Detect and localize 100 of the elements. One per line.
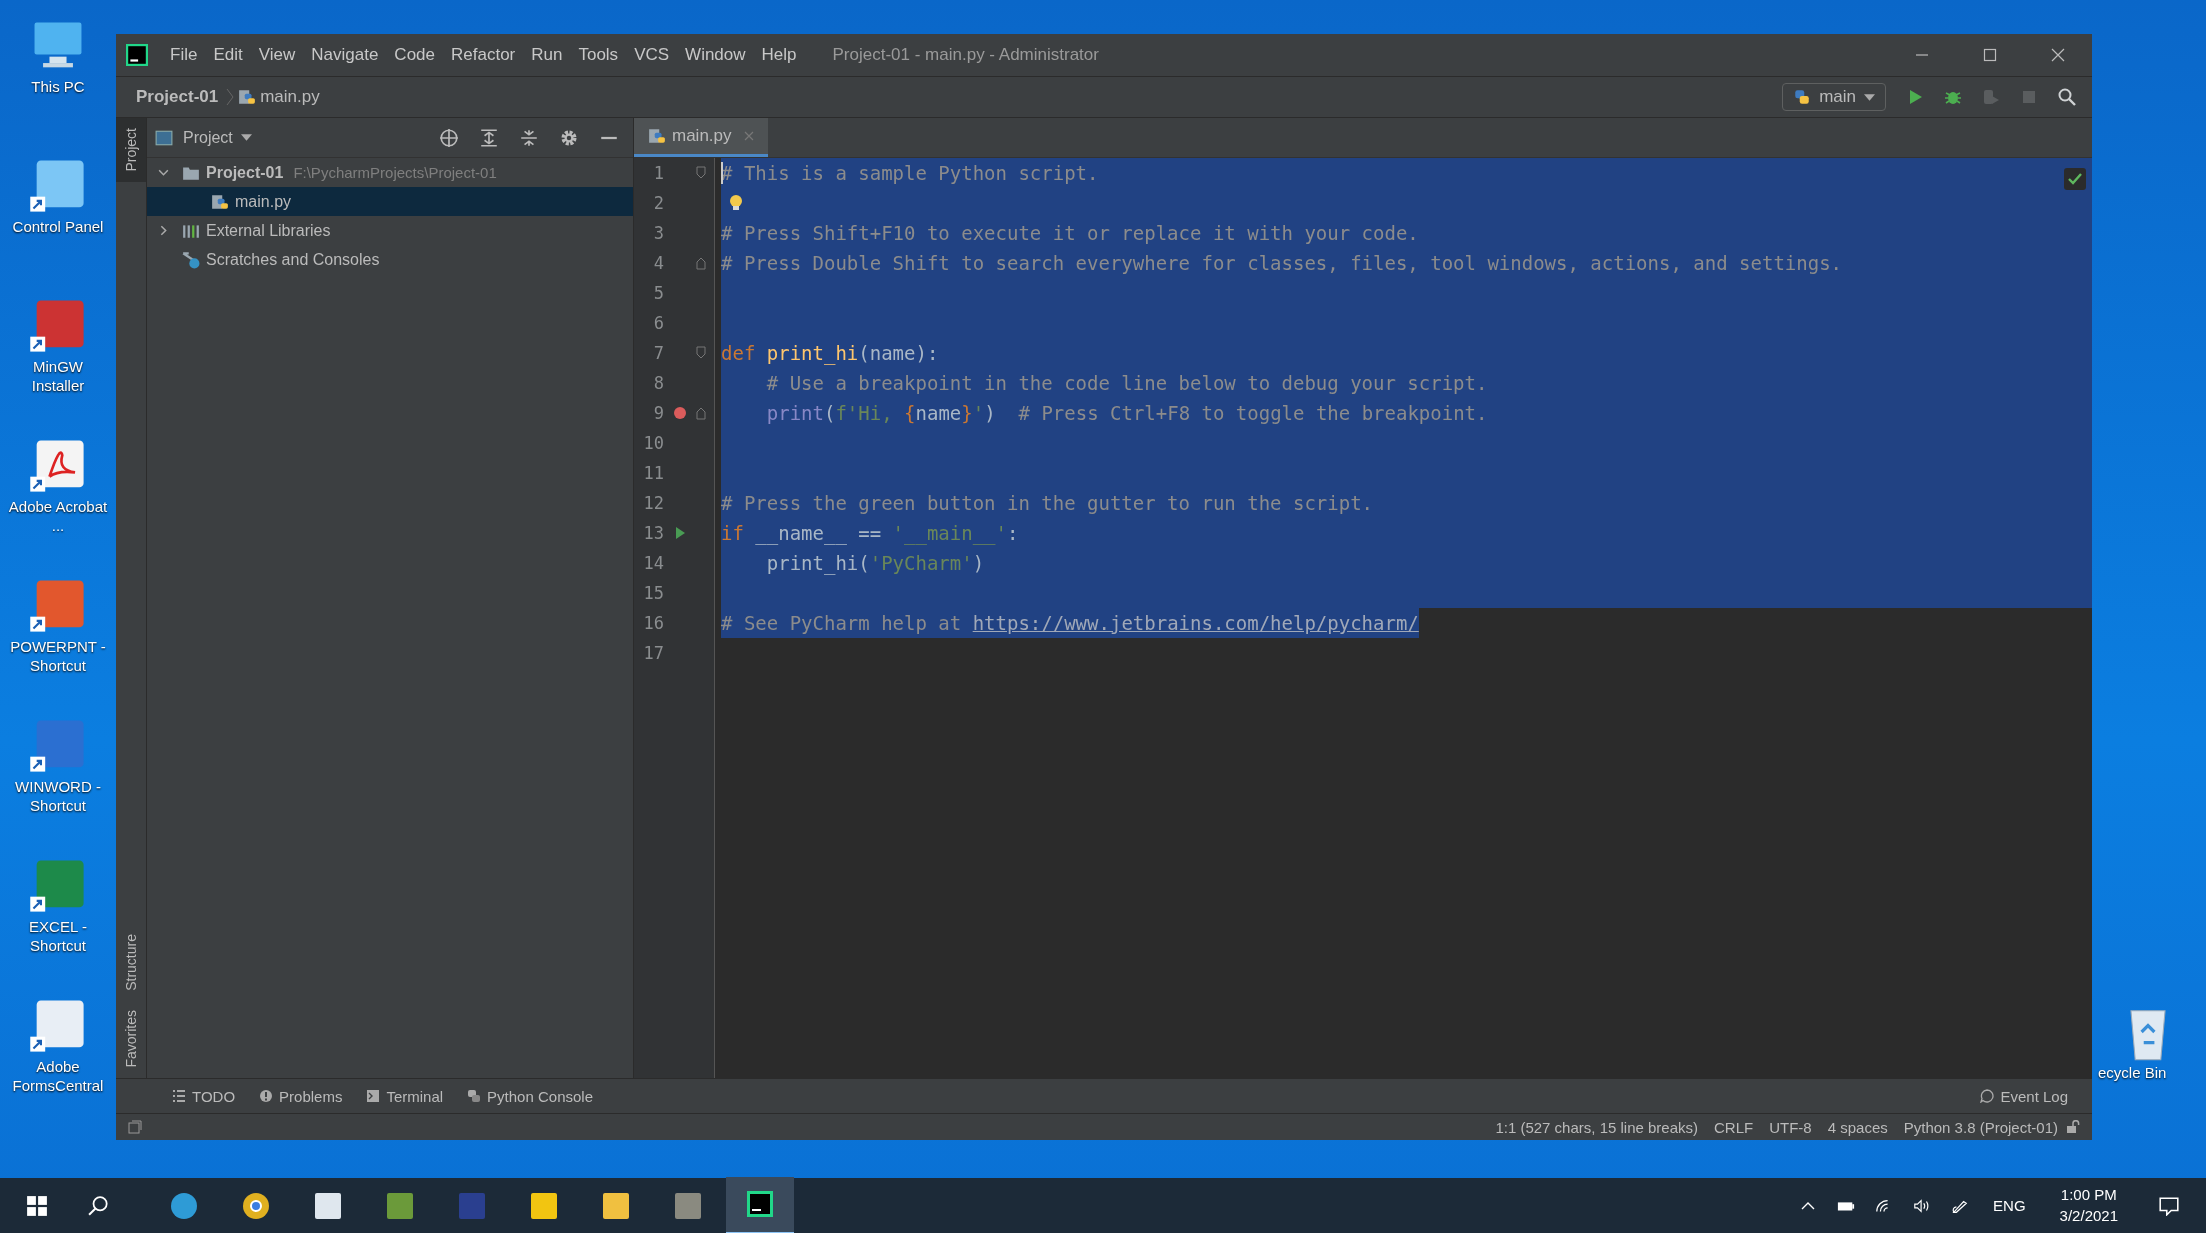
line-number: 12 bbox=[642, 493, 664, 513]
fold-icon[interactable] bbox=[696, 406, 706, 420]
menu-item[interactable]: Code bbox=[386, 45, 443, 65]
line-number: 10 bbox=[642, 433, 664, 453]
start-icon[interactable] bbox=[26, 1194, 48, 1217]
shortcut-label: Adobe Acrobat ... bbox=[8, 498, 108, 536]
menu-item[interactable]: Refactor bbox=[443, 45, 524, 65]
tool-tab[interactable]: Python Console bbox=[455, 1087, 605, 1105]
shortcut-label: WINWORD - Shortcut bbox=[14, 778, 102, 816]
line-number: 17 bbox=[642, 643, 664, 663]
panel-icon bbox=[155, 128, 173, 147]
checkmark-icon[interactable] bbox=[2064, 168, 2086, 190]
lightbulb-icon[interactable] bbox=[729, 194, 743, 212]
python-file-icon bbox=[211, 192, 229, 211]
line-number: 13 bbox=[642, 523, 664, 543]
scratch-icon bbox=[182, 250, 200, 269]
language-indicator[interactable]: ENG bbox=[1993, 1197, 2026, 1214]
menu-item[interactable]: VCS bbox=[626, 45, 678, 65]
shortcut-label: ecycle Bin bbox=[2098, 1064, 2168, 1083]
maximize-icon[interactable] bbox=[1982, 47, 1998, 63]
status-item[interactable]: 4 spaces bbox=[1827, 1118, 1888, 1136]
fold-icon[interactable] bbox=[696, 256, 706, 270]
shortcut-label: EXCEL - Shortcut bbox=[28, 918, 88, 956]
code-line: if __name__ == '__main__': bbox=[721, 521, 1019, 547]
status-item[interactable]: CRLF bbox=[1714, 1118, 1754, 1136]
tree-item[interactable]: Scratches and Consoles bbox=[147, 245, 633, 274]
panel-toggle-icon[interactable] bbox=[128, 1120, 142, 1134]
line-number: 14 bbox=[642, 553, 664, 573]
tool-tab[interactable]: Problems bbox=[247, 1087, 355, 1105]
code-line: print_hi('PyCharm') bbox=[765, 551, 985, 577]
run-icon[interactable] bbox=[673, 526, 687, 540]
unlock-icon[interactable] bbox=[2066, 1120, 2080, 1134]
search-icon[interactable] bbox=[2057, 87, 2077, 107]
line-number: 8 bbox=[652, 373, 664, 393]
menu-item[interactable]: Run bbox=[523, 45, 571, 65]
code-line: # Use a breakpoint in the code line below to debug your script. bbox=[765, 371, 1488, 396]
tool-window-tab[interactable]: Favorites bbox=[116, 1000, 146, 1078]
search-icon[interactable] bbox=[88, 1194, 110, 1217]
line-number: 9 bbox=[652, 403, 664, 423]
shortcut-label: This PC bbox=[30, 78, 86, 97]
tool-tab[interactable]: TODO bbox=[160, 1087, 248, 1105]
tree-item[interactable]: Project-01 F:\PycharmProjects\Project-01 bbox=[147, 158, 633, 187]
todo-icon bbox=[172, 1089, 186, 1103]
console-icon bbox=[467, 1089, 482, 1103]
python-file-icon bbox=[648, 127, 666, 145]
tree-item[interactable]: main.py bbox=[147, 187, 633, 216]
code-line: def print_hi(name): bbox=[721, 341, 939, 367]
shortcut-label: Control Panel bbox=[11, 218, 105, 237]
crosshair-icon[interactable] bbox=[439, 127, 459, 148]
python-icon bbox=[1793, 88, 1812, 106]
taskbar-app-button[interactable] bbox=[726, 1176, 794, 1233]
menu-item[interactable]: Help bbox=[753, 45, 805, 65]
window-title: Project-01 - main.py - Administrator bbox=[832, 45, 1099, 65]
run-config-dropdown[interactable]: main bbox=[1782, 83, 1886, 111]
menu-item[interactable]: Edit bbox=[205, 45, 251, 65]
line-number: 7 bbox=[652, 343, 664, 363]
line-number: 11 bbox=[642, 463, 664, 483]
code-line: # Press Double Shift to search everywhere for classes, files, tool windows, actions, and settings. bbox=[721, 251, 1843, 276]
breadcrumb-item[interactable]: main.py bbox=[260, 87, 320, 107]
event-log-tab[interactable]: Event Log bbox=[1968, 1087, 2080, 1105]
breadcrumb-item[interactable]: Project-01 bbox=[136, 87, 219, 107]
menu-item[interactable]: Navigate bbox=[303, 45, 387, 65]
speech-bubble-icon bbox=[1980, 1089, 1995, 1103]
code-line: # Press Shift+F10 to execute it or replace it with your code. bbox=[721, 221, 1419, 246]
tool-window-tab[interactable]: Structure bbox=[116, 923, 146, 1001]
editor-tab[interactable]: main.py bbox=[634, 118, 768, 157]
status-item[interactable]: 1:1 (527 chars, 15 line breaks) bbox=[1495, 1118, 1699, 1136]
menu-item[interactable]: View bbox=[250, 45, 304, 65]
app-logo-icon bbox=[126, 44, 148, 66]
line-number: 16 bbox=[642, 613, 664, 633]
clock[interactable]: 1:00 PM 3/2/2021 bbox=[2059, 1185, 2118, 1226]
panel-title-dropdown[interactable]: Project bbox=[183, 128, 233, 147]
collapse-all-icon[interactable] bbox=[519, 127, 539, 148]
notification-icon[interactable] bbox=[2158, 1195, 2180, 1216]
shortcut-label: POWERPNT - Shortcut bbox=[9, 638, 107, 676]
line-number: 4 bbox=[652, 253, 664, 273]
caret-icon bbox=[1864, 93, 1875, 101]
tree-item[interactable]: External Libraries bbox=[147, 216, 633, 245]
shortcut-label: MinGW Installer bbox=[30, 358, 86, 396]
close-icon[interactable] bbox=[2050, 47, 2066, 63]
breakpoint-icon[interactable] bbox=[673, 406, 687, 420]
tool-window-tab[interactable]: Project bbox=[116, 118, 146, 182]
code-line: # See PyCharm help at https://www.jetbrains.com/help/pycharm/ bbox=[721, 611, 1419, 636]
line-number: 5 bbox=[652, 283, 664, 303]
terminal-icon bbox=[366, 1089, 381, 1103]
status-item[interactable]: Python 3.8 (Project-01) bbox=[1903, 1118, 2058, 1136]
menu-item[interactable]: File bbox=[162, 45, 206, 65]
line-number: 15 bbox=[642, 583, 664, 603]
menu-item[interactable]: Window bbox=[677, 45, 754, 65]
tool-tab[interactable]: Terminal bbox=[354, 1087, 456, 1105]
expand-all-icon[interactable] bbox=[479, 127, 499, 148]
fold-icon[interactable] bbox=[696, 166, 706, 180]
menu-item[interactable]: Tools bbox=[570, 45, 627, 65]
code-line: print(f'Hi, {name}') # Press Ctrl+F8 to toggle the breakpoint. bbox=[765, 401, 1488, 426]
caret-icon[interactable] bbox=[240, 134, 252, 141]
status-item[interactable]: UTF-8 bbox=[1769, 1118, 1812, 1136]
chevron-icon bbox=[226, 87, 235, 107]
fold-icon[interactable] bbox=[696, 346, 706, 360]
line-number: 2 bbox=[652, 193, 664, 213]
code-line: # Press the green button in the gutter to run the script. bbox=[721, 491, 1374, 516]
